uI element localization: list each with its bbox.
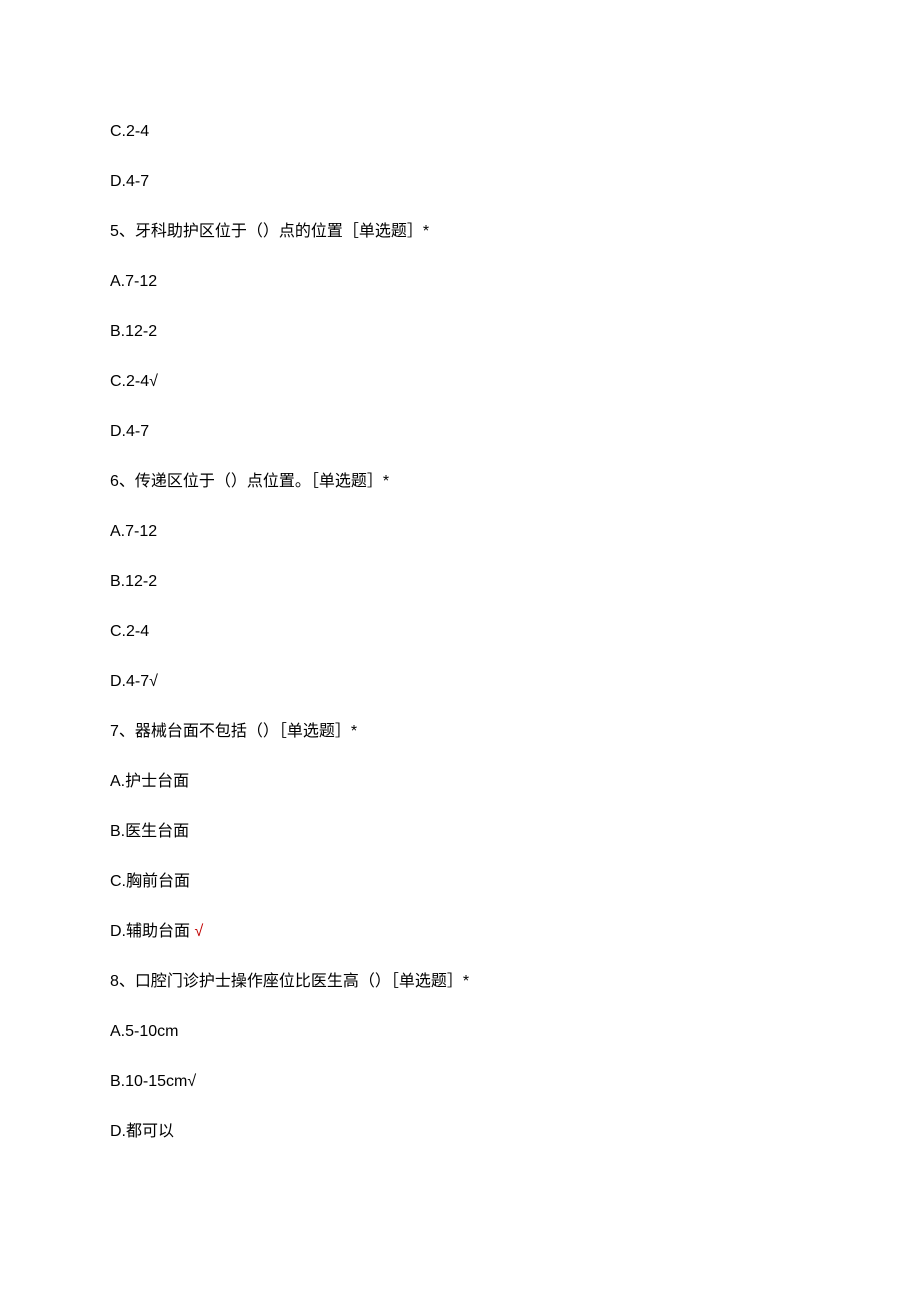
option-d: D.都可以 xyxy=(110,1120,810,1144)
option-c: C.胸前台面 xyxy=(110,870,810,894)
option-a: A.护士台面 xyxy=(110,770,810,794)
option-b: B.10-15cm√ xyxy=(110,1070,810,1094)
option-b: B.12-2 xyxy=(110,570,810,594)
question-7: 7、器械台面不包括（）［单选题］* xyxy=(110,720,810,744)
option-a: A.7-12 xyxy=(110,520,810,544)
option-a: A.7-12 xyxy=(110,270,810,294)
option-d: D.辅助台面 √ xyxy=(110,920,810,944)
check-mark: √ xyxy=(194,923,203,940)
option-a: A.5-10cm xyxy=(110,1020,810,1044)
option-c: C.2-4√ xyxy=(110,370,810,394)
question-8: 8、口腔门诊护士操作座位比医生高（）［单选题］* xyxy=(110,970,810,994)
text-line: C.2-4 xyxy=(110,120,810,144)
text-line: D.4-7 xyxy=(110,170,810,194)
option-c: C.2-4 xyxy=(110,620,810,644)
option-b: B.医生台面 xyxy=(110,820,810,844)
option-b: B.12-2 xyxy=(110,320,810,344)
question-6: 6、传递区位于（）点位置。［单选题］* xyxy=(110,470,810,494)
option-d: D.4-7 xyxy=(110,420,810,444)
question-5: 5、牙科助护区位于（）点的位置［单选题］* xyxy=(110,220,810,244)
option-d: D.4-7√ xyxy=(110,670,810,694)
option-d-text: D.辅助台面 xyxy=(110,923,194,940)
